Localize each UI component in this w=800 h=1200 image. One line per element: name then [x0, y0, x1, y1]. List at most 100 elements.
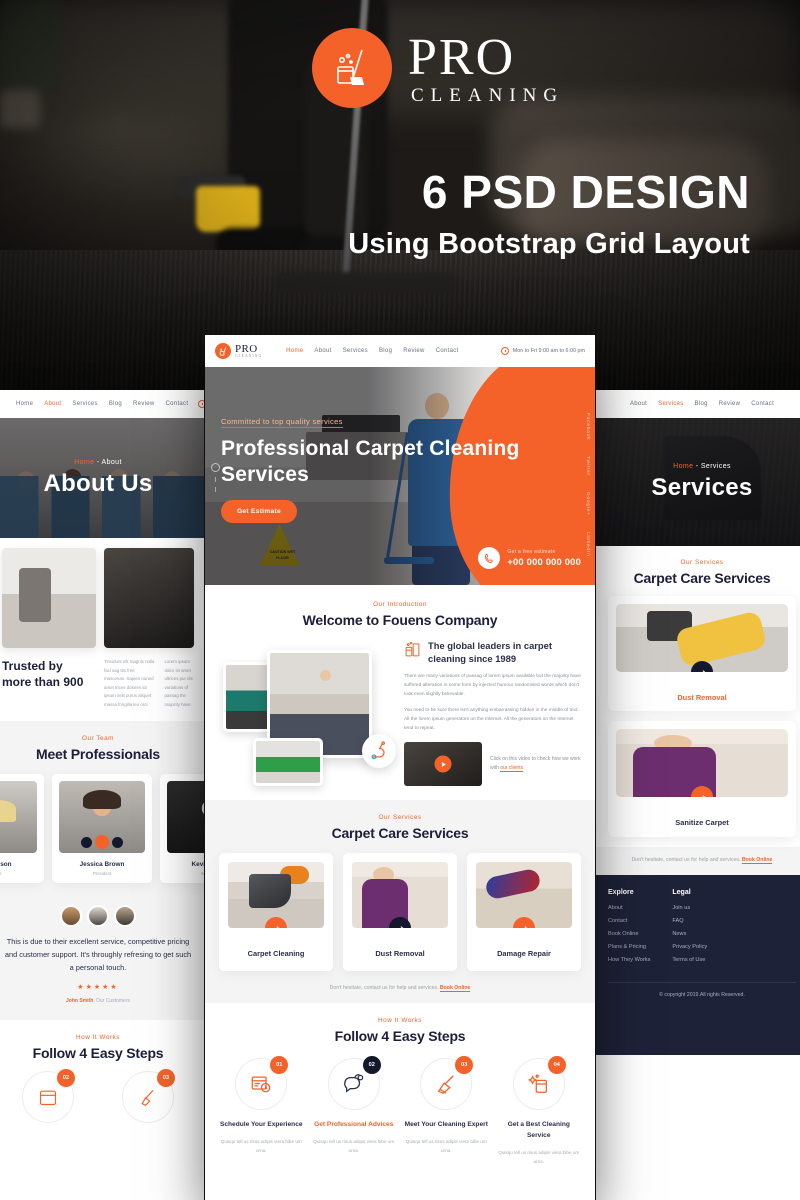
footer-link-book-online[interactable]: Book Online: [608, 931, 650, 937]
step-title: Get a Best Cleaning Service: [507, 1121, 570, 1140]
site-logo[interactable]: PRO CLEANING: [215, 343, 262, 359]
service-card[interactable]: Dust Removal: [343, 853, 457, 972]
step-item[interactable]: 03 Meet Your Cleaning Expert Quisqu tell…: [404, 1056, 489, 1166]
twitter-icon[interactable]: [81, 836, 92, 848]
footer-link-terms-of-use[interactable]: Terms of Use: [672, 957, 707, 963]
nav-item-blog[interactable]: Blog: [379, 348, 392, 354]
testimonial-avatars[interactable]: [4, 905, 192, 928]
service-card[interactable]: Damage Repair: [467, 853, 581, 972]
step-ring: 03: [420, 1056, 474, 1111]
step-ring: 04: [512, 1056, 566, 1111]
center-mock-nav-list[interactable]: Home About Services Blog Review Contact: [286, 348, 458, 354]
our-clients-link[interactable]: our clients: [500, 765, 524, 773]
team-member-role: President: [92, 871, 112, 877]
service-card[interactable]: Sanitize Carpet: [608, 721, 796, 837]
social-link-googleplus[interactable]: Google+: [586, 492, 591, 516]
promo-headline: 6 PSD DESIGN: [421, 166, 750, 218]
nav-item-home[interactable]: Home: [286, 348, 303, 354]
nav-item-contact[interactable]: Contact: [436, 348, 459, 354]
hero-kicker: Committed to top quality services: [221, 417, 343, 428]
team-social-row[interactable]: [81, 835, 123, 850]
hero-social-links[interactable]: Facebook Twitter Google+ LinkedIn: [586, 413, 591, 557]
footer-legal-list[interactable]: Join us FAQ News Privacy Policy Terms of…: [672, 905, 707, 963]
hero-text-block: Committed to top quality services Profes…: [221, 411, 595, 524]
mockup-about-page[interactable]: Home About Services Blog Review Contact …: [0, 390, 204, 1200]
breadcrumb-home[interactable]: Home: [673, 463, 693, 470]
nav-item-about[interactable]: About: [314, 348, 331, 354]
footer-link-privacy-policy[interactable]: Privacy Policy: [672, 944, 707, 950]
hero-scroll-indicator[interactable]: [211, 463, 220, 492]
email-icon[interactable]: [112, 836, 123, 848]
book-online-link[interactable]: Book Online: [741, 856, 773, 864]
book-online-link[interactable]: Book Online: [439, 985, 471, 993]
nav-item-review[interactable]: Review: [403, 348, 424, 354]
facebook-icon[interactable]: [95, 835, 109, 850]
footer-explore-list[interactable]: About Contact Book Online Plans & Pricin…: [608, 905, 650, 963]
step-item[interactable]: 02: [2, 1069, 94, 1124]
service-card-title: Dust Removal: [375, 949, 425, 958]
footer-columns: Explore About Contact Book Online Plans …: [608, 889, 796, 970]
footer-link-join-us[interactable]: Join us: [672, 905, 707, 911]
hero-call-box[interactable]: Get a free estimate +00 000 000 000: [478, 547, 581, 569]
service-card[interactable]: Dust Removal: [608, 596, 796, 712]
footer-link-how-they-works[interactable]: How They Works: [608, 957, 650, 963]
mockup-services-page[interactable]: About Services Blog Review Contact Home …: [596, 390, 800, 1200]
nav-item-blog[interactable]: Blog: [695, 401, 708, 407]
nav-item-services[interactable]: Services: [343, 348, 368, 354]
vacuum-icon: [362, 734, 396, 768]
call-number[interactable]: +00 000 000 000: [507, 556, 581, 567]
intro-video-thumbnail[interactable]: [404, 742, 482, 787]
footer-link-news[interactable]: News: [672, 931, 707, 937]
avatar[interactable]: [60, 905, 82, 928]
footer-link-contact[interactable]: Contact: [608, 918, 650, 924]
nav-item-services[interactable]: Services: [658, 401, 683, 407]
footer-explore-title: Explore: [608, 888, 634, 896]
trusted-paragraph-2: Lorem ipsum dolor sit amet ultrices pur …: [164, 659, 193, 707]
social-link-linkedin[interactable]: LinkedIn: [586, 532, 591, 557]
breadcrumb-home[interactable]: Home: [74, 459, 94, 466]
team-card[interactable]: Richardson Advisor: [0, 774, 44, 884]
footer-link-plans-pricing[interactable]: Plans & Pricing: [608, 944, 650, 950]
nav-item-about[interactable]: About: [44, 401, 61, 407]
mop-bucket-icon: [312, 28, 392, 108]
avatar[interactable]: [87, 905, 109, 928]
step-item[interactable]: 02 Get Professional Advices Quisqu tell …: [312, 1056, 397, 1166]
steps-row: 01 Schedule Your Experience Quisqu tell …: [219, 1056, 582, 1166]
step-item[interactable]: 04 Get a Best Cleaning Service Quisqu te…: [497, 1056, 582, 1166]
nav-item-contact[interactable]: Contact: [166, 401, 189, 407]
left-mock-navbar[interactable]: Home About Services Blog Review Contact …: [0, 390, 204, 418]
right-mock-nav-list[interactable]: About Services Blog Review Contact: [630, 401, 774, 407]
footer-column-legal: Legal Join us FAQ News Privacy Policy Te…: [672, 889, 707, 970]
center-mock-navbar[interactable]: PRO CLEANING Home About Services Blog Re…: [205, 335, 595, 367]
nav-item-review[interactable]: Review: [133, 401, 154, 407]
nav-item-blog[interactable]: Blog: [109, 401, 122, 407]
social-link-twitter[interactable]: Twitter: [586, 456, 591, 476]
home-hero: CAUTION WET FLOOR Committed to top quali…: [205, 367, 595, 585]
footer-link-about[interactable]: About: [608, 905, 650, 911]
step-number: 03: [455, 1056, 474, 1075]
team-card[interactable]: Kevin Smith Manager: [160, 774, 204, 884]
nav-item-services[interactable]: Services: [72, 401, 97, 407]
right-mock-navbar[interactable]: About Services Blog Review Contact: [596, 390, 800, 418]
team-member-name: Kevin Smith: [191, 861, 204, 869]
social-link-facebook[interactable]: Facebook: [586, 413, 591, 440]
nav-item-home[interactable]: Home: [16, 401, 33, 407]
left-mock-nav-list[interactable]: Home About Services Blog Review Contact: [16, 401, 188, 407]
step-item[interactable]: 01 Schedule Your Experience Quisqu tell …: [219, 1056, 304, 1166]
footer-link-faq[interactable]: FAQ: [672, 918, 707, 924]
avatar[interactable]: [114, 905, 136, 928]
team-card[interactable]: Jessica Brown President: [52, 774, 152, 884]
phone-icon[interactable]: [478, 547, 501, 569]
nav-item-review[interactable]: Review: [719, 401, 740, 407]
team-member-role: Advisor: [0, 871, 37, 876]
nav-item-about[interactable]: About: [630, 401, 647, 407]
get-estimate-button[interactable]: Get Estimate: [221, 500, 297, 524]
service-card[interactable]: Carpet Cleaning: [219, 853, 333, 972]
calendar-clock-icon: [39, 1090, 57, 1106]
step-item[interactable]: 03: [102, 1069, 194, 1124]
mockup-home-page[interactable]: PRO CLEANING Home About Services Blog Re…: [205, 335, 595, 1200]
service-card-image: [616, 729, 788, 798]
intro-video-row[interactable]: Click on this video to check how we work…: [404, 742, 581, 787]
nav-item-contact[interactable]: Contact: [751, 401, 774, 407]
play-icon[interactable]: [434, 755, 452, 773]
